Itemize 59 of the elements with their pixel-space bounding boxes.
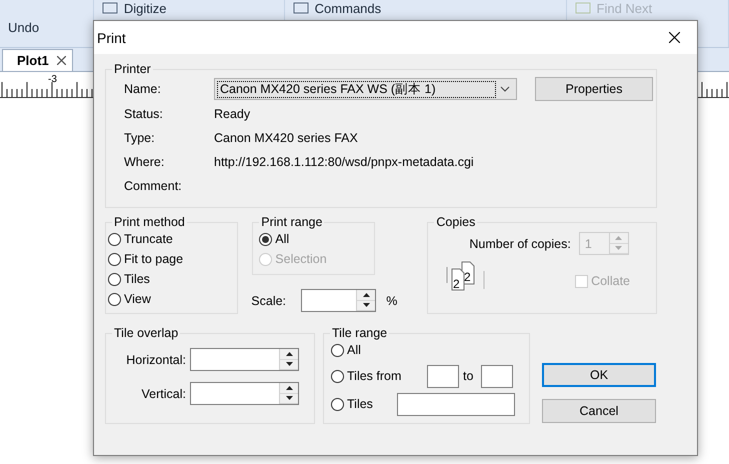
radio-button[interactable] [108, 272, 121, 286]
radio-button[interactable] [108, 292, 121, 306]
radio-label[interactable]: Truncate [124, 232, 173, 246]
radio-button[interactable] [108, 252, 121, 266]
field-label: Name: [124, 82, 161, 96]
ruler-label: -3 [48, 74, 57, 85]
properties-button[interactable]: Properties [535, 77, 653, 101]
field-label: Where: [124, 155, 164, 169]
field-value: Ready [214, 107, 250, 121]
number-field[interactable] [190, 382, 299, 405]
spin-buttons[interactable] [356, 290, 376, 311]
field-value: http://192.168.1.112:80/wsd/pnpx-metadata.cgi [214, 155, 474, 169]
field-label: Vertical: [140, 386, 186, 400]
radio-button[interactable] [108, 232, 121, 246]
field-label: Type: [124, 131, 155, 145]
window-title: Print [97, 30, 126, 46]
dialog-button[interactable]: Cancel [542, 399, 656, 423]
radio-label[interactable]: Tiles from [347, 369, 402, 383]
ribbon-command[interactable]: Digitize [124, 1, 166, 16]
number-field[interactable] [190, 348, 299, 371]
printer-dropdown[interactable]: Canon MX420 series FAX WS (副本 1) [214, 78, 517, 100]
toolbar-icon[interactable] [102, 2, 118, 14]
group-title: Tile overlap [113, 326, 180, 340]
close-icon [668, 32, 680, 43]
group-title: Copies [435, 215, 476, 229]
input-field[interactable] [427, 364, 459, 388]
field-label: Scale: [251, 294, 288, 308]
radio-button[interactable] [331, 344, 344, 356]
scale-field[interactable] [301, 289, 376, 312]
group-title: Tile range [331, 326, 388, 340]
document-tab[interactable]: Plot1 [2, 49, 73, 71]
field-label: Horizontal: [125, 352, 186, 366]
input-field[interactable] [397, 392, 515, 416]
field-label: to [463, 369, 474, 383]
group-title: Print method [113, 215, 186, 229]
spin-buttons[interactable] [279, 349, 298, 370]
field-label: Status: [124, 107, 163, 121]
field-value: Canon MX420 series FAX [214, 131, 358, 145]
spin-buttons[interactable] [279, 383, 298, 404]
group-title: Printer [113, 62, 152, 76]
field-label: Number of copies: [469, 236, 571, 250]
radio-button[interactable] [331, 398, 344, 410]
toolbar-icon[interactable] [292, 2, 309, 14]
ribbon-command[interactable]: Commands [314, 1, 382, 16]
input-field[interactable] [481, 364, 514, 388]
radio-button[interactable] [331, 370, 344, 382]
unit-label: % [386, 294, 398, 308]
radio-label[interactable]: Tiles [124, 272, 150, 286]
radio-button[interactable] [259, 232, 272, 246]
field-label: Comment: [124, 179, 182, 193]
close-icon[interactable] [56, 56, 66, 65]
radio-label[interactable]: Fit to page [124, 252, 184, 266]
radio-label[interactable]: View [124, 292, 151, 306]
dialog-button[interactable]: OK [542, 363, 656, 387]
radio-label[interactable]: All [275, 232, 290, 246]
group-title: Print range [260, 215, 324, 229]
radio-label[interactable]: All [347, 343, 361, 357]
ribbon-command[interactable]: Undo [8, 20, 40, 35]
radio-label[interactable]: Tiles [347, 397, 373, 411]
